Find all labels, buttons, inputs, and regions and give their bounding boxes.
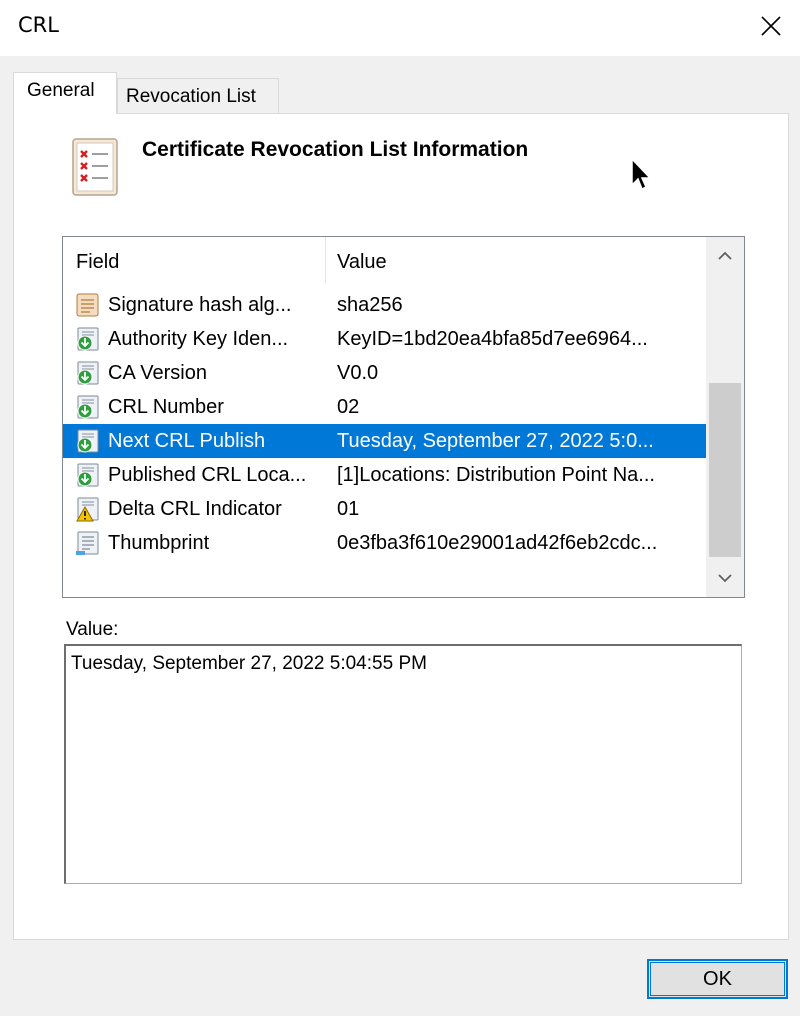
list-item[interactable]: Authority Key Iden... KeyID=1bd20ea4bfa85… [63,322,706,356]
field-name: CA Version [108,362,207,384]
close-button[interactable] [742,0,800,52]
title-bar: CRL [0,0,800,56]
field-value: V0.0 [337,362,379,384]
field-name: Delta CRL Indicator [108,498,282,520]
ok-button[interactable]: OK [647,959,788,999]
field-name: Thumbprint [108,532,210,554]
page-title: Certificate Revocation List Information [142,138,529,161]
field-value: Tuesday, September 27, 2022 5:0... [337,430,654,452]
field-warning-icon [76,497,99,522]
scroll-up-button[interactable] [706,237,744,275]
mouse-cursor-icon [631,158,652,191]
window-title: CRL [18,13,59,37]
close-icon [761,16,781,36]
field-name: Next CRL Publish [108,430,266,452]
fields-list[interactable]: Field Value Signature hash alg... sha256 A… [62,236,745,598]
field-name: CRL Number [108,396,224,418]
field-extension-icon [77,395,99,419]
column-divider[interactable] [325,237,326,283]
column-header-field[interactable]: Field [76,251,119,274]
field-value: [1]Locations: Distribution Point Na... [337,464,655,486]
field-value: 0e3fba3f610e29001ad42f6eb2cdc... [337,532,658,554]
list-item[interactable]: Published CRL Loca... [1]Locations: Distr… [63,458,706,492]
scroll-down-button[interactable] [706,559,744,597]
field-name: Signature hash alg... [108,294,292,316]
field-value: KeyID=1bd20ea4bfa85d7ee6964... [337,328,648,350]
value-text: Tuesday, September 27, 2022 5:04:55 PM [71,653,427,674]
list-item[interactable]: CA Version V0.0 [63,356,706,390]
crl-info-icon [72,138,118,196]
list-item[interactable]: Signature hash alg... sha256 [63,288,706,322]
chevron-down-icon [718,574,732,583]
field-value: 01 [337,498,360,520]
list-item[interactable]: Thumbprint 0e3fba3f610e29001ad42f6eb2cdc.… [63,526,706,560]
vertical-scrollbar[interactable] [706,237,744,597]
field-name: Authority Key Iden... [108,328,289,350]
list-item[interactable]: Delta CRL Indicator 01 [63,492,706,526]
scroll-thumb[interactable] [709,383,741,557]
list-item[interactable]: CRL Number 02 [63,390,706,424]
list-rows: Signature hash alg... sha256 Authority Key… [63,288,706,560]
field-extension-icon [77,361,99,385]
field-extension-icon [77,429,99,453]
field-value: sha256 [337,294,403,316]
field-thumbprint-icon [76,531,99,555]
field-extension-icon [77,327,99,351]
crl-dialog: CRL General Revocation List Certificate … [0,0,800,1016]
chevron-up-icon [718,251,732,260]
value-textbox[interactable]: Tuesday, September 27, 2022 5:04:55 PM [64,644,742,884]
list-item[interactable]: Next CRL Publish Tuesday, September 27, 2… [63,424,706,458]
tab-general[interactable]: General [13,72,117,114]
column-header-value[interactable]: Value [337,251,387,274]
list-header: Field Value [63,237,706,283]
field-properties-icon [76,293,99,317]
field-value: 02 [337,396,360,418]
value-label: Value: [66,619,119,640]
tab-revocation-list[interactable]: Revocation List [117,78,279,114]
field-name: Published CRL Loca... [108,464,307,486]
field-extension-icon [77,463,99,487]
general-tab-panel: Certificate Revocation List Information … [13,113,789,940]
